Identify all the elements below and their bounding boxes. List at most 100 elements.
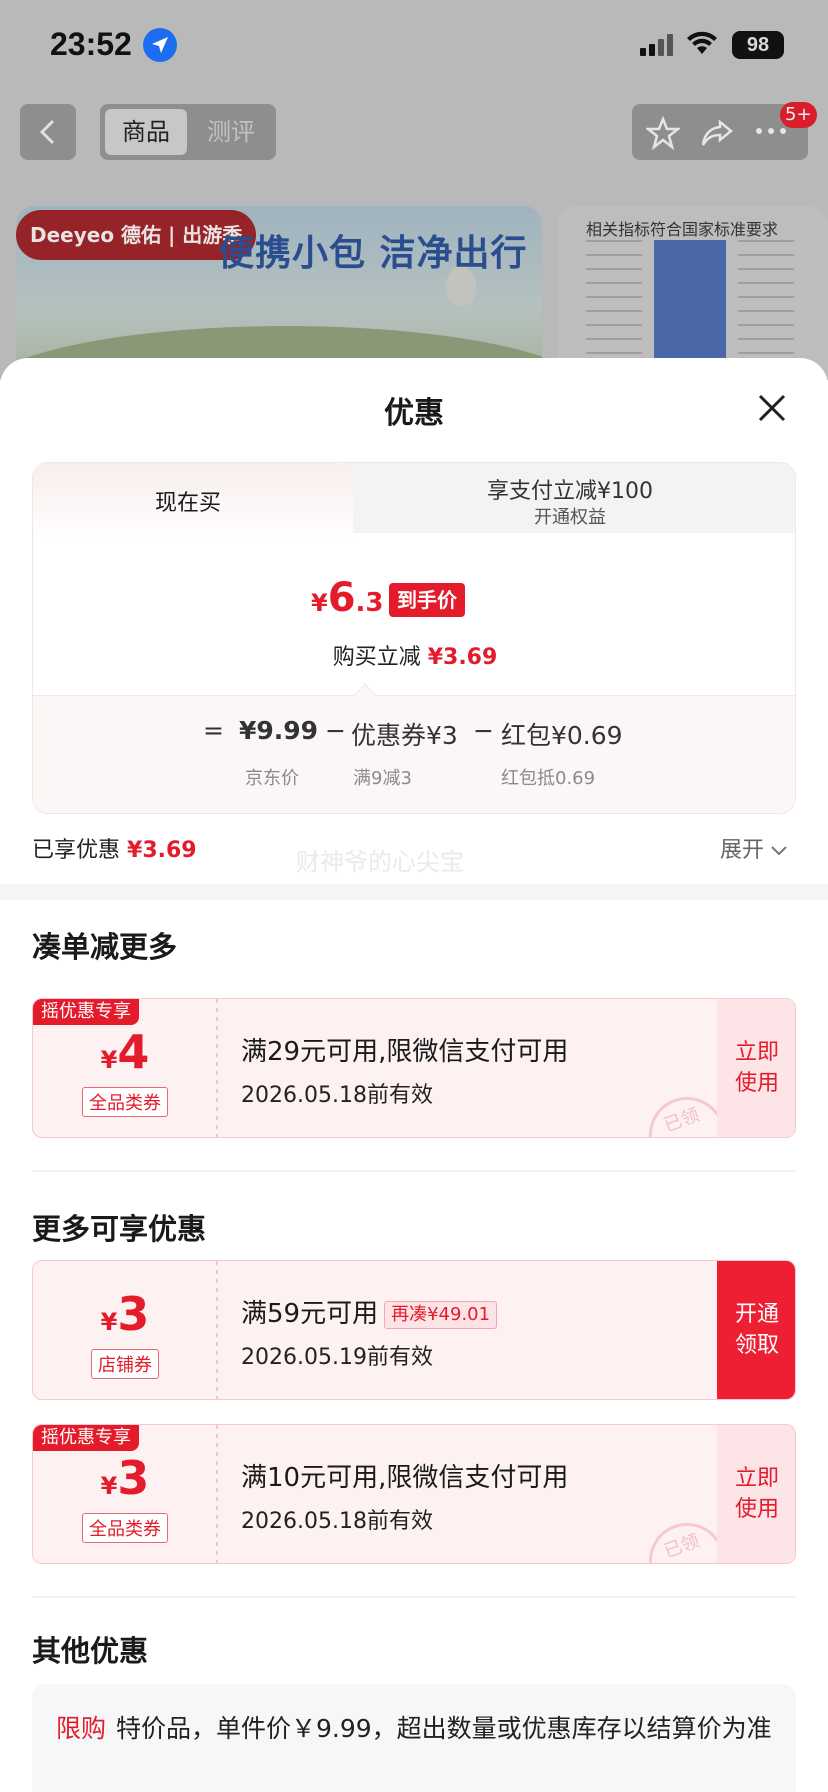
coupon-currency: ¥: [100, 1046, 118, 1074]
coupon-condition-text: 满59元可用: [241, 1299, 379, 1329]
spec-card: 相关指标符合国家标准要求: [558, 206, 828, 380]
tab-buy-now[interactable]: 现在买: [33, 463, 353, 539]
breakdown-notch: [353, 683, 377, 707]
final-price-integer: 6: [327, 575, 356, 621]
coupon-card: ¥3 店铺券 满59元可用 再凑¥49.01 2026.05.19前有效 开通 领取: [32, 1260, 796, 1400]
section-divider: [32, 1596, 796, 1598]
coupon-label: 满9减3: [353, 768, 412, 789]
status-time: 23:52: [50, 26, 132, 62]
section-title-other: 其他优惠: [32, 1634, 149, 1668]
redpacket-value: 红包¥0.69: [501, 721, 623, 750]
final-price-badge: 到手价: [389, 583, 465, 617]
notification-badge: 5+: [780, 102, 817, 128]
coupon-expiry: 2026.05.18前有效: [241, 1083, 433, 1108]
redpacket-label: 红包抵0.69: [501, 768, 596, 789]
price-card: 享支付立减¥100 开通权益 现在买 ¥6.3 到手价 购买立减 ¥3.69 =…: [32, 462, 796, 814]
coupon-currency: ¥: [100, 1472, 118, 1500]
section-separator: [0, 884, 828, 900]
tab-pay-benefit-subtitle: 开通权益: [534, 507, 606, 528]
coupon-gap-chip: 再凑¥49.01: [384, 1300, 498, 1329]
share-icon[interactable]: [700, 116, 734, 150]
wifi-icon: [687, 31, 717, 54]
breakdown-minus: −: [473, 716, 494, 745]
coupon-amount-value: 3: [117, 1287, 150, 1341]
final-price-currency: ¥: [311, 589, 328, 617]
section-title-more: 更多可享优惠: [32, 1212, 207, 1246]
more-icon[interactable]: [754, 126, 788, 136]
tab-review[interactable]: 测评: [190, 109, 272, 155]
limit-description: 特价品，单件价￥9.99，超出数量或优惠库存以结算价为准: [116, 1714, 772, 1743]
jd-price-value: ¥9.99: [239, 716, 319, 745]
limit-label: 限购: [56, 1714, 107, 1743]
expand-label: 展开: [720, 838, 765, 863]
coupon-amount-value: 3: [117, 1451, 150, 1505]
product-tabs: 商品 测评: [100, 104, 276, 160]
chevron-down-icon: [771, 846, 787, 856]
back-button[interactable]: [20, 104, 76, 160]
coupon-expiry: 2026.05.18前有效: [241, 1509, 433, 1534]
tab-pay-benefit[interactable]: 享支付立减¥100 开通权益: [343, 463, 795, 533]
expand-button[interactable]: 展开: [720, 832, 788, 864]
coupon-condition: 满10元可用,限微信支付可用: [241, 1463, 569, 1493]
enjoyed-discount-label: 已享优惠: [32, 838, 121, 863]
spec-card-title: 相关指标符合国家标准要求: [586, 220, 779, 239]
jd-price-label: 京东价: [245, 768, 299, 789]
product-page-background: 23:52 98 商品 测评 5+ Deeyeo 德佑 | 出游季 便携小包 洁…: [0, 0, 828, 380]
chevron-left-icon: [39, 119, 55, 145]
coupon-amount: ¥3: [33, 1287, 217, 1341]
battery-indicator: 98: [732, 31, 784, 59]
other-discount-box: 限购 特价品，单件价￥9.99，超出数量或优惠库存以结算价为准: [32, 1684, 796, 1792]
tab-pay-benefit-title: 享支付立减¥100: [487, 479, 653, 504]
final-price: ¥6.3: [311, 575, 384, 621]
coupon-expiry: 2026.05.19前有效: [241, 1345, 433, 1370]
coupon-card: 摇优惠专享 ¥3 全品类券 满10元可用,限微信支付可用 2026.05.18前…: [32, 1424, 796, 1564]
other-discount-text: 限购 特价品，单件价￥9.99，超出数量或优惠库存以结算价为准: [56, 1706, 776, 1752]
enjoyed-discount: 已享优惠 ¥3.69: [32, 832, 197, 864]
section-title-combine: 凑单减更多: [32, 930, 178, 964]
coupon-card: 摇优惠专享 ¥4 全品类券 满29元可用,限微信支付可用 2026.05.18前…: [32, 998, 796, 1138]
final-price-decimal: .3: [355, 588, 384, 618]
section-divider: [32, 1170, 796, 1172]
signal-icon: [640, 34, 673, 56]
instant-discount: 购买立减 ¥3.69: [33, 639, 795, 671]
watermark-text: 财神爷的心尖宝: [296, 848, 464, 876]
coupon-divider: [215, 1425, 219, 1563]
close-icon[interactable]: [754, 390, 790, 426]
activate-claim-button[interactable]: 开通 领取: [717, 1261, 795, 1399]
coupon-scope-label: 全品类券: [82, 1513, 168, 1543]
coupon-amount: ¥3: [33, 1451, 217, 1505]
coupon-condition: 满29元可用,限微信支付可用: [241, 1037, 569, 1067]
instant-discount-label: 购买立减: [332, 645, 421, 670]
tab-product[interactable]: 商品: [105, 109, 187, 155]
use-now-button[interactable]: 立即 使用: [717, 1425, 795, 1563]
price-breakdown: = ¥9.99 − 优惠券¥3 − 红包¥0.69 京东价 满9减3 红包抵0.…: [33, 683, 795, 813]
enjoyed-discount-value: ¥3.69: [127, 838, 197, 863]
coupon-amount-area: 摇优惠专享 ¥4 全品类券: [33, 999, 217, 1137]
coupon-currency: ¥: [100, 1308, 118, 1336]
coupon-value: 优惠券¥3: [351, 721, 458, 750]
coupon-scope: 店铺券: [33, 1349, 217, 1379]
coupon-amount: ¥4: [33, 1025, 217, 1079]
product-banner: Deeyeo 德佑 | 出游季 便携小包 洁净出行: [16, 206, 542, 380]
status-bar: 23:52 98: [0, 0, 828, 90]
banner-title: 便携小包 洁净出行: [218, 233, 528, 274]
coupon-amount-area: 摇优惠专享 ¥3 全品类券: [33, 1425, 217, 1563]
coupon-divider: [215, 1261, 219, 1399]
instant-discount-value: ¥3.69: [427, 645, 498, 670]
location-icon: [143, 28, 177, 62]
tab-buy-now-label: 现在买: [154, 491, 221, 516]
coupon-amount-value: 4: [117, 1025, 150, 1079]
coupon-amount-area: ¥3 店铺券: [33, 1261, 217, 1399]
discount-sheet: 优惠 享支付立减¥100 开通权益 现在买 ¥6.3 到手价 购买立减 ¥3.6…: [0, 358, 828, 1792]
star-icon[interactable]: [646, 116, 680, 150]
coupon-divider: [215, 999, 219, 1137]
use-now-button[interactable]: 立即 使用: [717, 999, 795, 1137]
coupon-tag: 摇优惠专享: [33, 1425, 139, 1451]
sheet-title: 优惠: [384, 396, 444, 431]
coupon-tag: 摇优惠专享: [33, 999, 139, 1025]
breakdown-equals: =: [203, 716, 224, 745]
coupon-condition: 满59元可用 再凑¥49.01: [241, 1293, 498, 1330]
coupon-scope-label: 全品类券: [82, 1087, 168, 1117]
coupon-scope: 全品类券: [33, 1513, 217, 1543]
coupon-scope-label: 店铺券: [91, 1349, 159, 1379]
